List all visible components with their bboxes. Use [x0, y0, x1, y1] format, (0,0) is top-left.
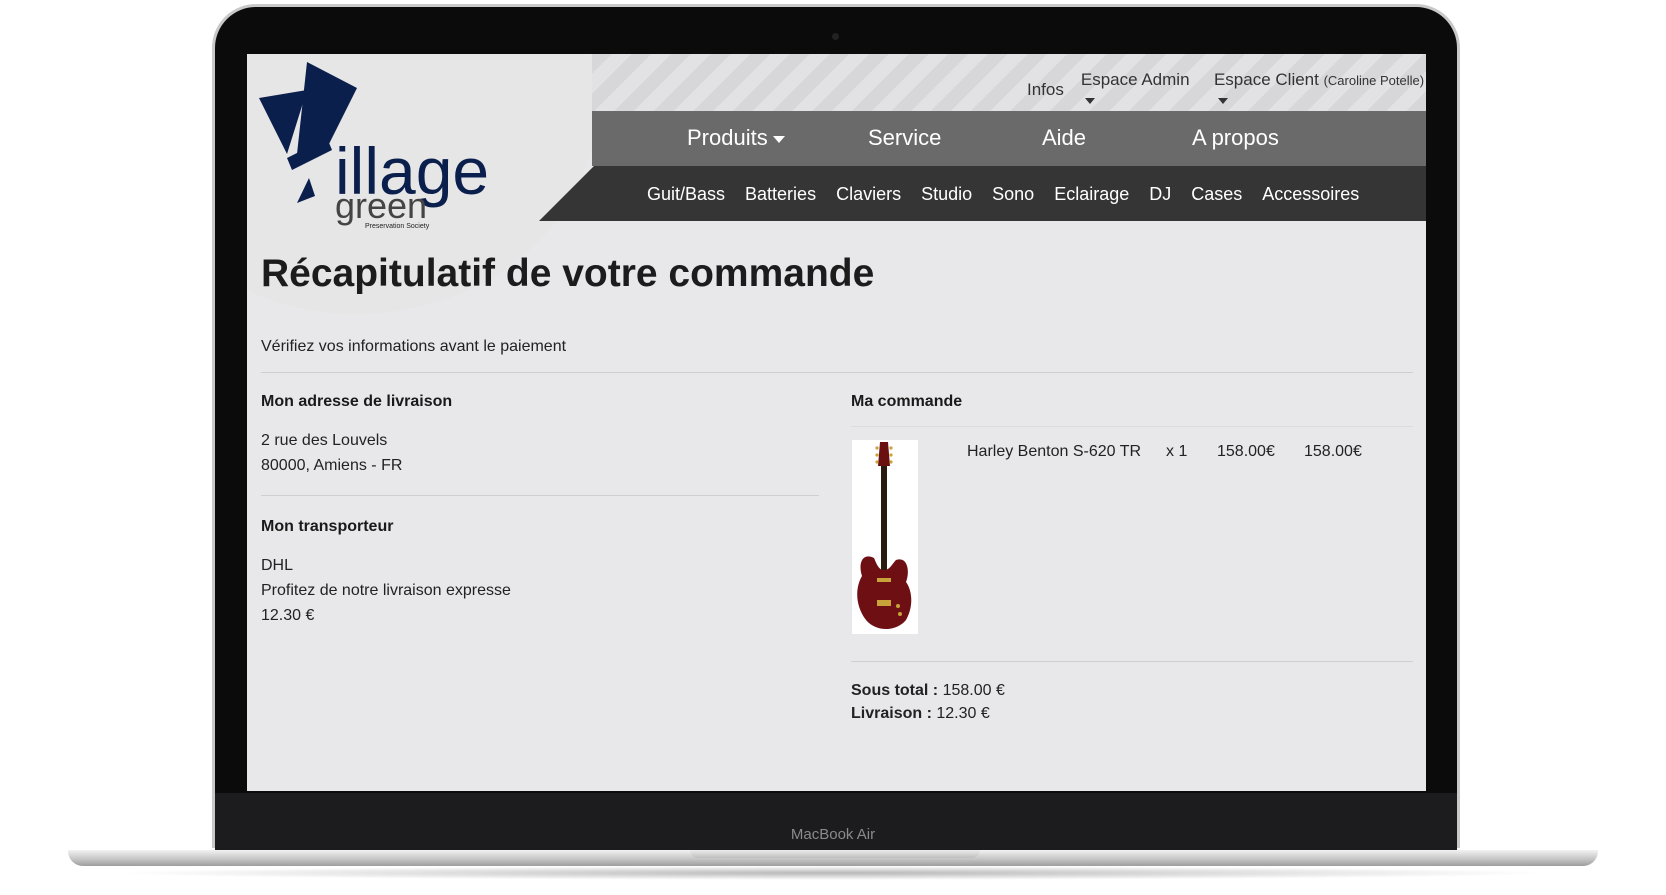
divider [261, 495, 819, 496]
nav-admin-dropdown[interactable]: Espace Admin [1081, 70, 1197, 110]
category-eclairage[interactable]: Eclairage [1054, 184, 1129, 205]
nav-produits-label: Produits [687, 125, 768, 150]
browser-screen: illage green Preservation Society Infos … [247, 54, 1426, 791]
category-sono[interactable]: Sono [992, 184, 1034, 205]
address-heading: Mon adresse de livraison [261, 393, 453, 410]
nav-client-dropdown[interactable]: Espace Client (Caroline Potelle) [1214, 70, 1426, 110]
nav-a-propos[interactable]: A propos [1192, 125, 1279, 151]
category-claviers[interactable]: Claviers [836, 184, 901, 205]
category-nav-items: Guit/Bass Batteries Claviers Studio Sono… [647, 184, 1359, 205]
nav-service[interactable]: Service [868, 125, 941, 151]
logo-text-sub: green [335, 185, 427, 226]
nav-aide[interactable]: Aide [1042, 125, 1086, 151]
laptop-notch [690, 850, 980, 858]
shipping-label: Livraison : [851, 705, 932, 722]
category-guit-bass[interactable]: Guit/Bass [647, 184, 725, 205]
nav-admin-label: Espace Admin [1080, 70, 1190, 89]
order-heading: Ma commande [851, 393, 963, 410]
nav-infos-link[interactable]: Infos [1027, 80, 1064, 100]
divider [851, 426, 1413, 427]
nav-client-label: Espace Client [1213, 70, 1319, 89]
category-batteries[interactable]: Batteries [745, 184, 816, 205]
subtotal-value: 158.00 € [942, 682, 1005, 699]
shipping-value: 12.30 € [936, 705, 990, 722]
address-line2: 80000, Amiens - FR [261, 457, 403, 474]
laptop-shadow [110, 866, 1556, 880]
top-nav: Infos Espace Admin Espace Client (Caroli… [1027, 70, 1426, 110]
order-item-name: Harley Benton S-620 TR [967, 443, 1142, 460]
page-subtitle: Vérifiez vos informations avant le paiem… [261, 338, 567, 355]
main-nav: Produits Service Aide A propos [592, 111, 1426, 166]
category-accessoires[interactable]: Accessoires [1262, 184, 1359, 205]
caret-down-icon [772, 135, 785, 143]
site-logo[interactable]: illage green Preservation Society [257, 58, 527, 230]
order-item-qty: x 1 [1166, 443, 1188, 460]
caret-down-icon [1084, 97, 1095, 104]
guitar-image[interactable] [852, 440, 918, 634]
divider [261, 372, 1413, 373]
logo-tagline: Preservation Society [365, 223, 430, 230]
carrier-price: 12.30 € [261, 607, 315, 624]
carrier-name: DHL [261, 557, 294, 574]
category-cases[interactable]: Cases [1191, 184, 1242, 205]
category-dj[interactable]: DJ [1149, 184, 1171, 205]
address-line1: 2 rue des Louvels [261, 432, 388, 449]
carrier-description: Profitez de notre livraison expresse [261, 582, 511, 599]
camera [832, 33, 839, 40]
category-studio[interactable]: Studio [921, 184, 972, 205]
subtotal-label: Sous total : [851, 682, 939, 699]
nav-client-user: (Caroline Potelle) [1323, 73, 1425, 88]
subtotal-row: Sous total : 158.00 € [851, 678, 1005, 703]
order-item-total: 158.00€ [1304, 443, 1362, 460]
device-label: MacBook Air [790, 826, 876, 843]
shipping-row: Livraison : 12.30 € [851, 701, 990, 726]
page-title: Récapitulatif de votre commande [261, 252, 875, 295]
order-item-unit-price: 158.00€ [1217, 443, 1275, 460]
divider [851, 661, 1413, 662]
carrier-heading: Mon transporteur [261, 518, 394, 535]
caret-down-icon [1217, 97, 1228, 104]
nav-produits[interactable]: Produits [687, 125, 785, 151]
